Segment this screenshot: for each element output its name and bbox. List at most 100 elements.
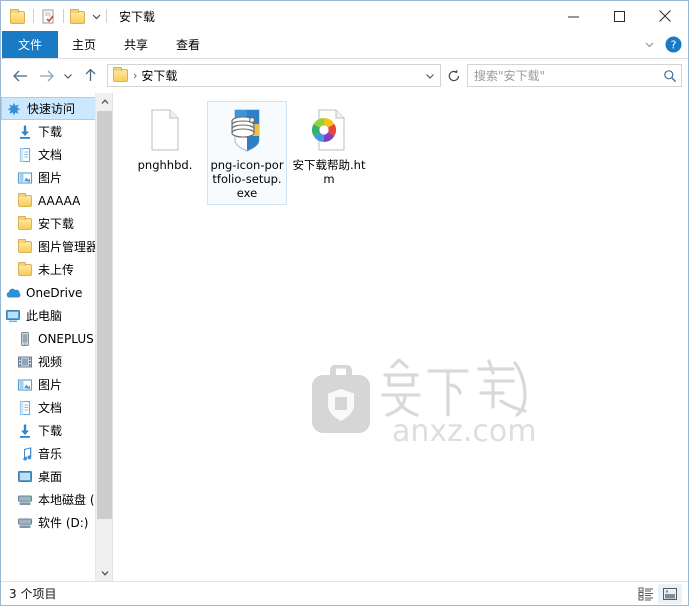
folder-icon [17, 215, 33, 232]
sidebar-item-label: ONEPLUS [38, 331, 94, 346]
sidebar-item-label: 未上传 [38, 263, 75, 277]
file-item[interactable]: pnghhbd. [125, 101, 205, 205]
recent-locations-chevron-icon[interactable] [59, 63, 77, 89]
forward-button[interactable] [33, 63, 59, 89]
pictures-icon [17, 170, 33, 186]
hard-drive-icon [17, 492, 33, 508]
documents-icon [17, 400, 33, 416]
breadcrumb-segment-0[interactable]: 安下载 [141, 67, 177, 84]
html-document-icon [305, 106, 353, 154]
hard-drive-icon [17, 515, 33, 531]
sidebar-item-label: 桌面 [38, 470, 63, 484]
sidebar-item-label: 下载 [38, 125, 63, 139]
status-bar: 3 个项目 [1, 581, 688, 605]
sidebar-item-label: 图片 [38, 378, 63, 392]
help-icon[interactable]: ? [662, 34, 684, 56]
search-input[interactable] [468, 67, 659, 84]
large-icons-view-button[interactable] [658, 584, 682, 604]
pictures-icon [17, 377, 33, 393]
this-pc-icon [5, 308, 21, 324]
tab-view-label: 查看 [176, 38, 201, 52]
title-bar: 安下载 [1, 1, 688, 31]
maximize-button[interactable] [596, 1, 642, 31]
sidebar-item-label: 文档 [38, 401, 63, 415]
downloads-icon [17, 124, 33, 140]
sidebar-item-label: 软件 (D:) [38, 516, 89, 530]
tab-home-label: 主页 [72, 38, 97, 52]
file-list-pane[interactable]: anxz.com pnghhbd. png-icon-portfolio-setu… [112, 93, 688, 581]
qat-separator-3 [106, 9, 107, 23]
scrollbar-thumb[interactable] [97, 111, 112, 519]
ribbon-tab-bar: 文件 主页 共享 查看 ? [1, 31, 688, 59]
sidebar-item-label: 安下载 [38, 217, 75, 231]
tab-view[interactable]: 查看 [162, 31, 214, 58]
minimize-button[interactable] [550, 1, 596, 31]
folder-icon [17, 192, 33, 209]
file-explorer-window: 安下载 文件 主页 共享 查看 ? › 安下载 搜索"安下载" 快速访问 下载 … [0, 0, 689, 606]
breadcrumb-dropdown-chevron-icon[interactable] [422, 65, 438, 86]
tab-file-label: 文件 [18, 38, 43, 52]
refresh-button[interactable] [443, 64, 465, 87]
sidebar-item-label: 快速访问 [27, 102, 76, 116]
breadcrumb-separator: › [133, 69, 138, 82]
sidebar-item-label: 下载 [38, 424, 63, 438]
phone-icon [17, 331, 33, 347]
tab-share[interactable]: 共享 [110, 31, 162, 58]
file-name-label: pnghhbd. [137, 158, 193, 172]
quick-access-new-folder-icon[interactable] [70, 8, 87, 25]
folder-icon [17, 238, 33, 255]
details-view-button[interactable] [634, 584, 658, 604]
ribbon-right-controls: ? [638, 31, 684, 58]
item-count-label: 3 个项目 [9, 587, 57, 601]
close-button[interactable] [642, 1, 688, 31]
svg-text:?: ? [670, 39, 676, 52]
documents-icon [17, 147, 33, 163]
sidebar-item-label: 图片 [38, 171, 63, 185]
tab-share-label: 共享 [124, 38, 149, 52]
installer-exe-icon [223, 106, 271, 154]
search-icon[interactable] [659, 65, 681, 86]
file-item[interactable]: png-icon-portfolio-setup.exe [207, 101, 287, 205]
qat-separator-2 [63, 9, 64, 23]
address-bar: › 安下载 [1, 59, 688, 92]
navigation-scrollbar[interactable] [95, 93, 112, 581]
quick-access-folder-icon[interactable] [10, 8, 27, 25]
view-mode-buttons [634, 584, 682, 604]
music-note-icon [17, 446, 33, 462]
sidebar-item-label: AAAAA [38, 193, 81, 208]
file-item[interactable]: 安下载帮助.htm [289, 101, 369, 205]
window-controls [550, 1, 688, 31]
quick-access-star-icon [6, 101, 22, 117]
file-grid: pnghhbd. png-icon-portfolio-setup.exe 安下载帮… [113, 93, 688, 205]
scroll-down-arrow-icon[interactable] [96, 564, 112, 581]
file-name-label: png-icon-portfolio-setup.exe [210, 158, 284, 200]
qat-separator-1 [33, 9, 34, 23]
window-title: 安下载 [119, 9, 156, 24]
desktop-icon [17, 469, 33, 485]
breadcrumb-folder-icon [113, 67, 128, 82]
ribbon-expand-chevron-icon[interactable] [638, 34, 660, 56]
watermark-anxz: anxz.com [289, 345, 579, 449]
blank-document-icon [141, 106, 189, 154]
scroll-up-arrow-icon[interactable] [96, 93, 112, 110]
sidebar-item-label: 本地磁盘 ( [38, 493, 95, 507]
quick-access-properties-icon[interactable] [40, 8, 57, 25]
navigation-pane: 快速访问 下载 文档 图片 AAAAA 安下载 图片管理器 未上传 OneDrive 此电脑 ONE… [1, 93, 112, 581]
up-level-button[interactable] [77, 63, 103, 89]
explorer-body: 快速访问 下载 文档 图片 AAAAA 安下载 图片管理器 未上传 OneDrive 此电脑 ONE… [1, 93, 688, 581]
search-box[interactable] [467, 64, 682, 87]
sidebar-item-label: 音乐 [38, 447, 63, 461]
back-button[interactable] [7, 63, 33, 89]
breadcrumb-bar[interactable]: › 安下载 [107, 64, 441, 87]
tab-file[interactable]: 文件 [2, 31, 59, 58]
tab-home[interactable]: 主页 [58, 31, 110, 58]
folder-icon [17, 261, 33, 278]
sidebar-item-label: 文档 [38, 148, 63, 162]
sidebar-item-label: OneDrive [26, 285, 83, 300]
downloads-icon [17, 423, 33, 439]
sidebar-item-label: 此电脑 [26, 309, 63, 323]
sidebar-item-label: 视频 [38, 355, 63, 369]
sidebar-item-label: 图片管理器 [38, 240, 99, 254]
quick-access-dropdown-chevron-icon[interactable] [90, 8, 103, 25]
svg-text:anxz.com: anxz.com [392, 414, 537, 449]
